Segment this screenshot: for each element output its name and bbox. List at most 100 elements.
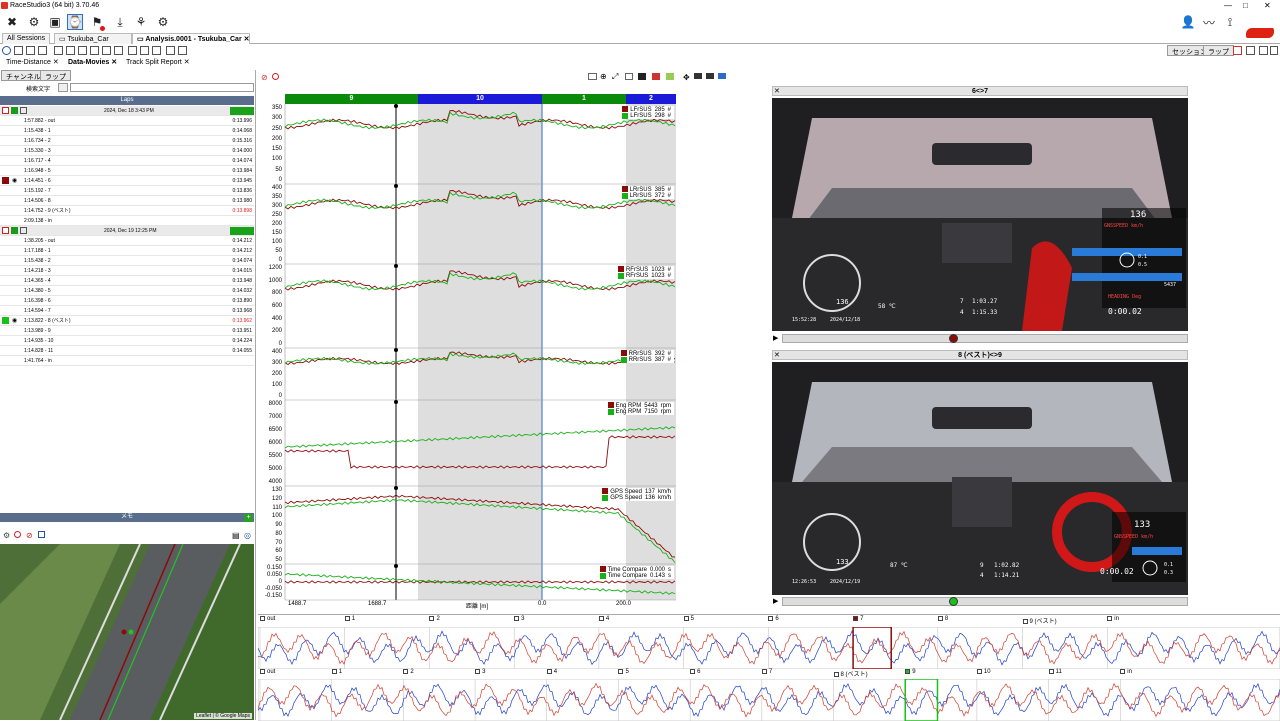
lap-row[interactable]: 1:41.764 - in (0, 356, 254, 366)
grid-icon[interactable] (666, 73, 674, 80)
lap-row[interactable]: 1:14.218 - 3 0:14.015 (0, 266, 254, 276)
zoom-fit-icon[interactable]: ⤢ (612, 72, 618, 82)
settings-icon[interactable]: ⚙ (155, 14, 171, 30)
seek-marker[interactable] (949, 334, 959, 343)
lap-checkbox[interactable] (1120, 669, 1126, 674)
lock-icon[interactable] (20, 227, 27, 234)
lap-checkbox[interactable] (1048, 669, 1054, 674)
zoom-in-icon[interactable]: ⊕ (600, 72, 607, 81)
lap-row[interactable]: 1:16.948 - 5 0:13.984 (0, 166, 254, 176)
lap-checkbox[interactable] (905, 669, 911, 674)
session-row[interactable]: 2024, Dec 18 3:43 PM (0, 106, 254, 116)
lock-icon[interactable] (20, 107, 27, 114)
lap-marker[interactable]: 2 (403, 669, 414, 675)
lap-checkbox[interactable] (344, 616, 350, 621)
lap-marker[interactable]: in (1120, 669, 1132, 675)
layout-icon[interactable] (1246, 46, 1255, 55)
settings-icon[interactable] (706, 73, 714, 79)
lap-row[interactable]: 1:17.188 - 1 0:14.212 (0, 246, 254, 256)
legend-entry[interactable]: RFrSUS 1023 # (617, 272, 674, 279)
view-icon[interactable] (140, 46, 149, 55)
lap-marker[interactable]: 8 (937, 616, 948, 622)
play-icon[interactable]: ▶ (773, 334, 778, 342)
layers-icon[interactable]: ▤ (232, 531, 240, 540)
lap-marker[interactable]: 9 (ベスト) (1022, 616, 1057, 625)
lap-row[interactable]: 1:15.330 - 3 0:14.000 (0, 146, 254, 156)
lap-checkbox[interactable] (761, 669, 767, 674)
legend-entry[interactable]: Time Compare 0.000 s (599, 566, 674, 573)
lap-row[interactable]: 1:15.438 - 1 0:14.068 (0, 126, 254, 136)
view-icon[interactable] (166, 46, 175, 55)
view-icon[interactable] (38, 46, 47, 55)
wireless-icon[interactable]: ⟟ (1222, 14, 1238, 30)
lap-checkbox[interactable] (683, 616, 689, 621)
lap-checkbox[interactable] (1107, 616, 1113, 621)
lap-marker[interactable]: 9 (905, 669, 916, 675)
segment-label[interactable]: 1 (542, 94, 626, 104)
legend-entry[interactable]: RFrSUS 1023 # (617, 266, 674, 273)
lap-checkbox[interactable] (690, 669, 696, 674)
video-seekbar-1[interactable] (782, 334, 1188, 343)
chart-svg[interactable] (258, 104, 678, 604)
lap-marker[interactable]: 10 (976, 669, 991, 675)
tab-tsukuba-car[interactable]: ▭ Tsukuba_Car (54, 33, 132, 44)
segment-label[interactable]: 10 (418, 94, 542, 104)
lap-row[interactable]: 1:15.438 - 2 0:14.074 (0, 256, 254, 266)
lap-checkbox[interactable] (618, 669, 624, 674)
view-icon[interactable] (152, 46, 161, 55)
lap-row[interactable]: 1:57.882 - out 0:13.996 (0, 116, 254, 126)
lap-row[interactable]: 1:14.594 - 7 0:13.968 (0, 306, 254, 316)
lap-row[interactable]: 1:16.734 - 2 0:15.316 (0, 136, 254, 146)
tab-analysis[interactable]: ▭ Analysis.0001 - Tsukuba_Car ✕ (132, 33, 250, 44)
legend-entry[interactable]: LFrSUS 298 # (622, 112, 674, 119)
view-icon[interactable] (178, 46, 187, 55)
export-icon[interactable] (718, 73, 726, 79)
view-icon[interactable] (54, 46, 63, 55)
session-info-icon[interactable] (11, 227, 18, 234)
close-icon[interactable]: ✕ (1264, 1, 1271, 10)
tab-laps[interactable]: ラップ (40, 70, 71, 81)
lap-row[interactable]: 1:16.398 - 6 0:13.890 (0, 296, 254, 306)
map-record-icon[interactable] (14, 531, 21, 538)
wifi-icon[interactable]: 〰 (1201, 14, 1217, 30)
lap-marker[interactable]: 8 (ベスト) (833, 669, 868, 678)
track-icon[interactable]: ⚘ (133, 14, 149, 30)
view-icon[interactable] (66, 46, 75, 55)
lap-checkbox[interactable] (1022, 618, 1028, 624)
lap-checkbox[interactable] (260, 616, 265, 621)
lap-button[interactable]: ラップ (1203, 45, 1234, 56)
lap-checkbox[interactable] (403, 669, 409, 674)
record-icon[interactable] (272, 73, 279, 80)
view-icon[interactable] (26, 46, 35, 55)
map-play-icon[interactable] (38, 531, 45, 538)
lap-marker[interactable]: 4 (598, 616, 609, 622)
video-seekbar-2[interactable] (782, 597, 1188, 606)
lap-marker[interactable]: 11 (1048, 669, 1062, 675)
view-icon[interactable] (114, 46, 123, 55)
lap-marker[interactable]: 5 (618, 669, 629, 675)
lap-row[interactable]: 1:38.205 - out 0:14.212 (0, 236, 254, 246)
legend-entry[interactable]: LRrSUS 372 # (621, 192, 674, 199)
row1-waveform[interactable] (258, 627, 1280, 669)
video-frame-2[interactable]: 133 GNSSPEED km/h 0.1 0.3 0:00.02 133 87… (772, 362, 1188, 595)
map-clear-icon[interactable]: ⊘ (26, 531, 33, 540)
lap-marker[interactable]: 3 (475, 669, 485, 675)
lap-row[interactable]: ◉ 1:13.822 - 8 (ベスト) 0:13.962 (0, 316, 254, 326)
tab-data-movies[interactable]: Data-Movies ✕ (68, 58, 117, 66)
tab-time-distance[interactable]: Time-Distance ✕ (6, 58, 59, 66)
legend-entry[interactable]: GPS Speed 137 km/h (602, 488, 674, 495)
seek-marker[interactable] (949, 597, 959, 606)
copy-icon[interactable] (625, 73, 633, 80)
chart-tool-icon[interactable] (588, 73, 597, 80)
lap-checkbox[interactable] (833, 671, 839, 677)
lap-row[interactable]: 1:16.717 - 4 0:14.074 (0, 156, 254, 166)
lap-checkbox[interactable] (853, 616, 859, 621)
lap-row[interactable]: 1:14.506 - 8 0:13.980 (0, 196, 254, 206)
lap-checkbox[interactable] (768, 616, 774, 621)
lap-row[interactable]: 1:14.380 - 5 0:14.032 (0, 286, 254, 296)
lap-checkbox[interactable] (331, 669, 337, 674)
refresh-icon[interactable] (2, 46, 11, 55)
selected-lap-highlight[interactable] (904, 679, 939, 721)
analysis-icon[interactable]: ⌚ (67, 14, 83, 30)
lap-checkbox[interactable] (937, 616, 943, 621)
